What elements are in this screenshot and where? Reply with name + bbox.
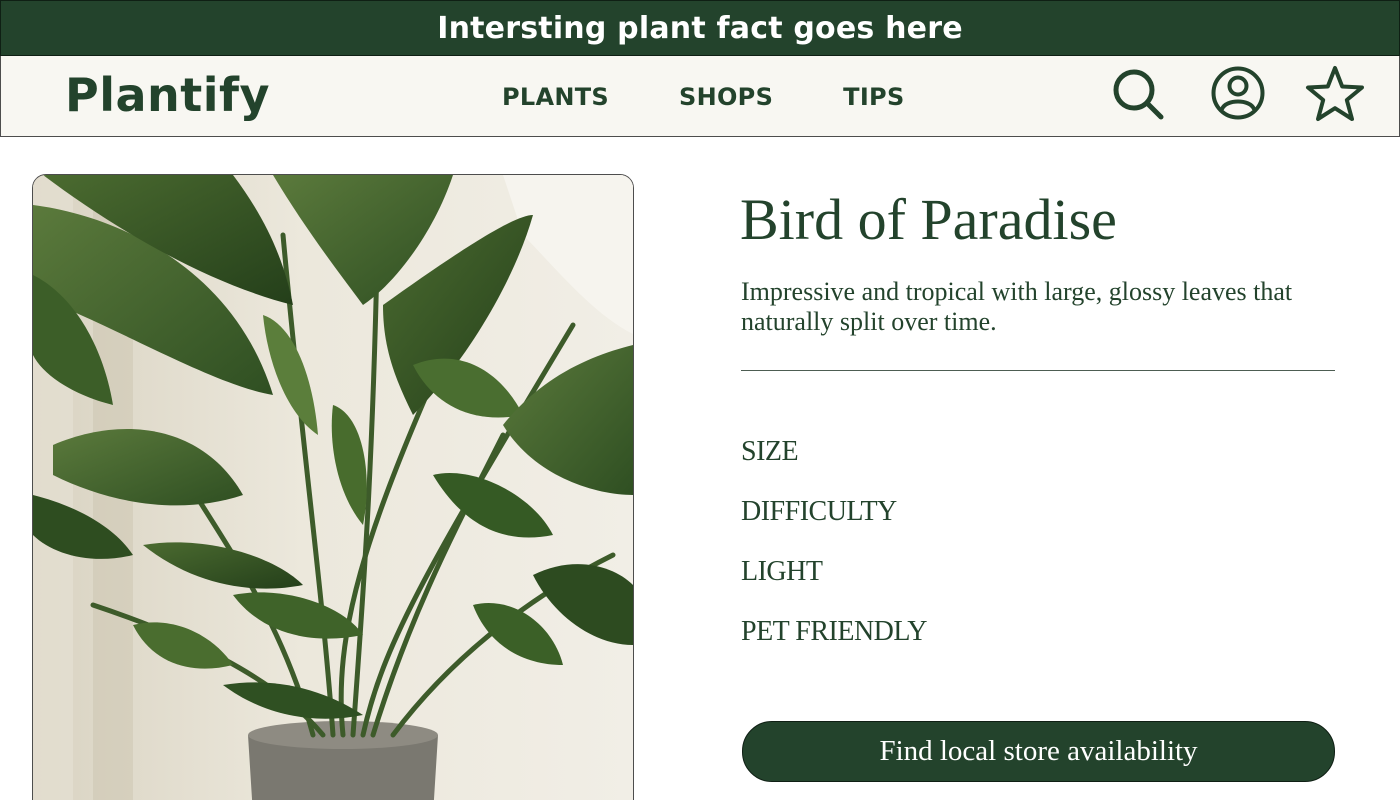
account-icon[interactable] <box>1210 65 1266 121</box>
star-icon[interactable] <box>1304 64 1366 122</box>
attribute-light: LIGHT <box>741 556 823 587</box>
plant-photo <box>32 174 634 800</box>
fact-banner: Intersting plant fact goes here <box>0 0 1400 56</box>
nav-link-tips[interactable]: TIPS <box>843 83 904 111</box>
attribute-size: SIZE <box>741 436 799 467</box>
nav-link-shops[interactable]: SHOPS <box>679 83 773 111</box>
attribute-difficulty: DIFFICULTY <box>741 496 897 527</box>
nav-links: PLANTS SHOPS TIPS <box>502 83 905 111</box>
attribute-pet-friendly: PET FRIENDLY <box>741 616 927 647</box>
find-store-button[interactable]: Find local store availability <box>742 721 1335 782</box>
search-icon[interactable] <box>1111 67 1165 121</box>
fact-banner-text: Intersting plant fact goes here <box>437 10 963 46</box>
top-navigation: Plantify PLANTS SHOPS TIPS <box>0 56 1400 137</box>
section-divider <box>741 370 1335 371</box>
product-title: Bird of Paradise <box>740 187 1117 252</box>
brand-logo[interactable]: Plantify <box>65 68 270 122</box>
nav-link-plants[interactable]: PLANTS <box>502 83 609 111</box>
product-description: Impressive and tropical with large, glos… <box>741 277 1293 336</box>
